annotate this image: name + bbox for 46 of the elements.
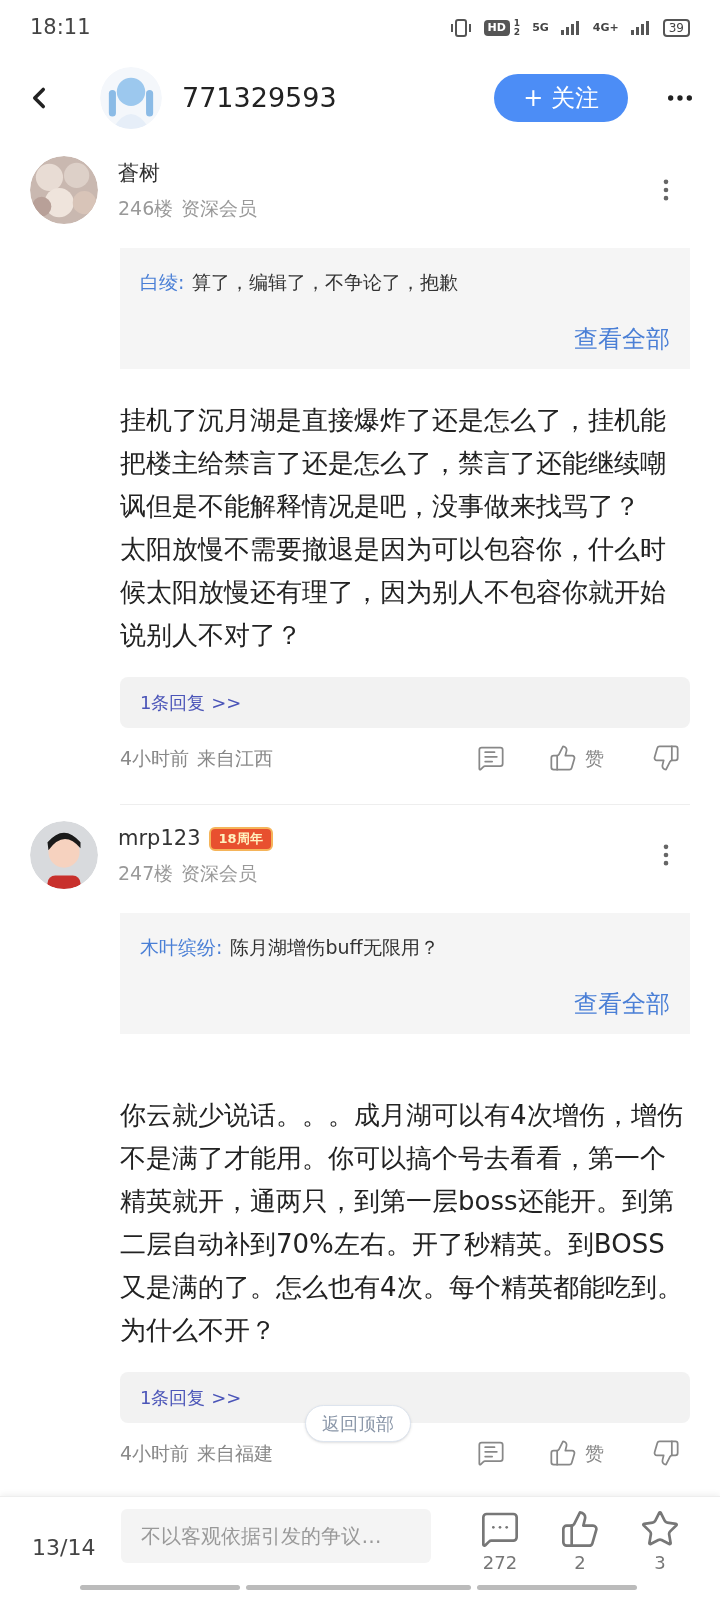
- post-time: 4小时前: [120, 1440, 190, 1466]
- quote-text: 陈月湖增伤buff无限用？: [230, 935, 439, 960]
- like-icon[interactable]: [560, 1509, 600, 1549]
- network-4g: 4G+: [592, 19, 619, 36]
- member-rank: 资深会员: [181, 860, 258, 886]
- star-count: 3: [654, 1551, 666, 1575]
- replies-link[interactable]: 1条回复 >>: [140, 688, 242, 716]
- hd-indicator: HD: [483, 19, 510, 37]
- post-location: 来自江西: [197, 745, 274, 771]
- username[interactable]: 771329593: [182, 77, 337, 119]
- comment-count: 272: [482, 1551, 518, 1575]
- comment-text: 挂机了沉月湖是直接爆炸了还是怎么了，挂机能把楼主给禁言了还是怎么了，禁言了还能继续嘲讽但是不能解释情况是吧，没事做来找骂了？: [120, 403, 667, 523]
- post-location: 来自福建: [197, 1440, 274, 1466]
- username[interactable]: 蒼树: [118, 158, 160, 190]
- replies-link[interactable]: 1条回复 >>: [140, 1383, 242, 1411]
- thumbs-up-icon[interactable]: [549, 743, 577, 772]
- comment-input[interactable]: 不以客观依据引发的争议…: [121, 1509, 432, 1563]
- page-indicator[interactable]: 13/14: [32, 1531, 96, 1564]
- thumbs-up-icon[interactable]: [549, 1438, 577, 1467]
- member-rank: 资深会员: [181, 195, 258, 221]
- comment-text: 太阳放慢不需要撤退是因为可以包容你，什么时候太阳放慢还有理了，因为别人不包容你就开始说别人不对了？: [120, 532, 667, 652]
- floor-number: 246楼: [118, 195, 174, 221]
- thumbs-down-icon[interactable]: [652, 1438, 680, 1467]
- like-label[interactable]: 赞: [585, 1438, 604, 1467]
- quote-author[interactable]: 白绫:: [140, 268, 185, 297]
- view-all-link[interactable]: 查看全部: [574, 320, 670, 357]
- battery-level: 39: [662, 19, 690, 37]
- floor-number: 247楼: [118, 860, 174, 886]
- username[interactable]: mrp123: [118, 823, 201, 855]
- signal-icon: [630, 21, 651, 35]
- quote-text: 算了，编辑了，不争论了，抱歉: [192, 270, 459, 295]
- view-all-link[interactable]: 查看全部: [574, 985, 670, 1022]
- network-5g: 5G: [532, 19, 549, 36]
- comment-text: 你云就少说话。。。成月湖可以有4次增伤，增伤不是满了才能用。你可以搞个号去看看，第一个精英就开，通两只，到第一层boss还能开。到第二层自动补到70%左右。开了秒精英。到BOSS又是满的了。怎么也有4次。每个精英都能吃到。为什么不开？: [120, 1098, 684, 1347]
- back-to-top-button[interactable]: 返回顶部: [305, 1405, 411, 1442]
- like-count: 2: [574, 1551, 586, 1575]
- thumbs-down-icon[interactable]: [652, 743, 680, 772]
- like-label[interactable]: 赞: [585, 743, 604, 772]
- post-time: 4小时前: [120, 745, 190, 771]
- anniversary-badge: 18周年: [208, 826, 273, 851]
- sim-number: 1 2: [513, 19, 521, 37]
- clock: 18:11: [30, 14, 91, 42]
- signal-icon: [560, 21, 581, 35]
- follow-button[interactable]: + 关注: [494, 74, 628, 122]
- quote-author[interactable]: 木叶缤纷:: [140, 933, 223, 962]
- vibrate-icon: [449, 19, 472, 37]
